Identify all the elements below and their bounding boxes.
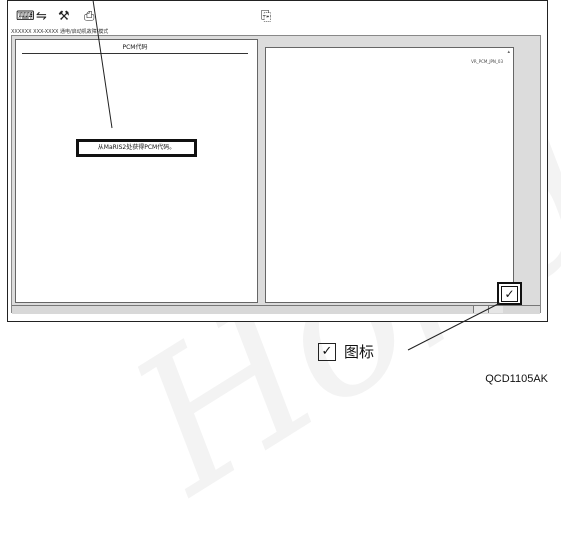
status-cell [473, 306, 488, 313]
figure-id: QCD1105AK [485, 373, 548, 385]
screen-code: VR_PCM_JPN_03 [471, 59, 503, 64]
computer-icon[interactable]: ⌨ [16, 8, 35, 26]
app-window: ⌨ ⇋ ⚒ ⎙ ⎘ XXXXXX XXX-XXXX 通电/启动机故障 模式 PC… [7, 0, 548, 322]
legend-check-icon: ✓ [318, 343, 336, 361]
content-frame: PCM代码 从MaRIS2处获得PCM代码。 VR_PCM_JPN_03 ▴ [11, 35, 541, 314]
toolbar: ⌨ ⇋ ⚒ ⎙ ⎘ [8, 1, 547, 29]
pcm-code-panel: PCM代码 从MaRIS2处获得PCM代码。 [15, 39, 258, 303]
status-cell [488, 306, 503, 313]
window-title: XXXXXX XXX-XXXX 通电/启动机故障 模式 [11, 29, 109, 35]
tool-icon[interactable]: ⚒ [58, 8, 70, 26]
network-icon[interactable]: ⇋ [36, 8, 47, 26]
pcm-code-notice: 从MaRIS2处获得PCM代码。 [76, 139, 197, 157]
info-panel: VR_PCM_JPN_03 ▴ [265, 47, 514, 303]
check-button[interactable]: ✓ [497, 282, 522, 305]
scroll-up-icon[interactable]: ▴ [507, 49, 510, 55]
panel-header: PCM代码 [22, 43, 248, 54]
help-icon[interactable]: ⎘ [261, 8, 271, 26]
check-icon: ✓ [501, 285, 518, 302]
status-bar [12, 305, 540, 314]
legend-label: 图标 [344, 343, 375, 361]
pcm-icon[interactable]: ⎙ [84, 8, 94, 26]
